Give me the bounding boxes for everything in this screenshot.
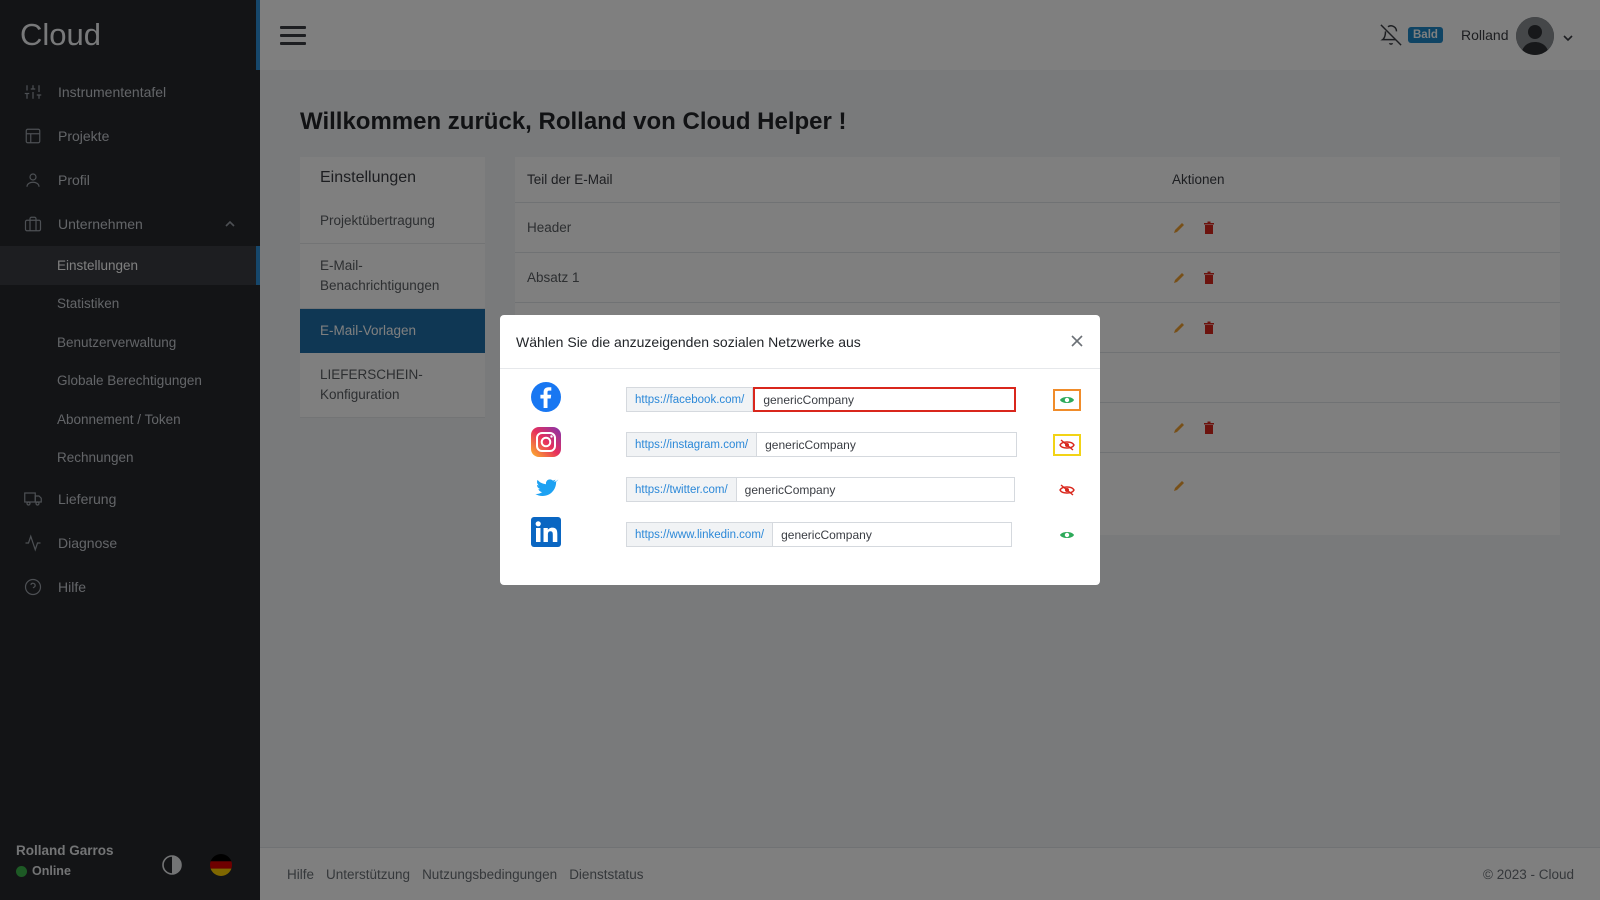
instagram-url-prefix: https://instagram.com/ xyxy=(626,432,758,457)
facebook-url-prefix: https://facebook.com/ xyxy=(626,387,754,412)
close-icon[interactable] xyxy=(1070,334,1084,348)
instagram-username-input[interactable] xyxy=(757,432,1018,457)
twitter-url-prefix: https://twitter.com/ xyxy=(626,477,737,502)
facebook-icon xyxy=(530,381,562,413)
social-row-instagram: https://instagram.com/ xyxy=(500,422,1100,462)
linkedin-visibility-toggle[interactable] xyxy=(1053,524,1081,546)
linkedin-url-prefix: https://www.linkedin.com/ xyxy=(626,522,774,547)
eye-off-icon xyxy=(1059,439,1075,451)
eye-icon xyxy=(1060,532,1074,538)
social-row-twitter: https://twitter.com/ xyxy=(500,467,1100,507)
linkedin-username-input[interactable] xyxy=(773,522,1013,547)
social-row-facebook: https://facebook.com/ xyxy=(500,377,1100,417)
facebook-input-group: https://facebook.com/ xyxy=(626,387,1017,412)
linkedin-input-group: https://www.linkedin.com/ xyxy=(626,522,1013,547)
twitter-input-group: https://twitter.com/ xyxy=(626,477,1015,502)
linkedin-icon xyxy=(530,516,562,548)
twitter-visibility-toggle[interactable] xyxy=(1053,479,1081,501)
instagram-input-group: https://instagram.com/ xyxy=(626,432,1018,457)
twitter-username-input[interactable] xyxy=(736,477,1015,502)
instagram-icon xyxy=(530,426,562,458)
social-networks-modal: Wählen Sie die anzuzeigenden sozialen Ne… xyxy=(500,315,1100,585)
eye-off-icon xyxy=(1059,484,1075,496)
eye-icon xyxy=(1060,397,1074,403)
facebook-username-input[interactable] xyxy=(753,387,1017,412)
instagram-visibility-toggle[interactable] xyxy=(1053,434,1081,456)
twitter-icon xyxy=(530,471,562,503)
social-row-linkedin: https://www.linkedin.com/ xyxy=(500,512,1100,552)
facebook-visibility-toggle[interactable] xyxy=(1053,389,1081,411)
modal-title: Wählen Sie die anzuzeigenden sozialen Ne… xyxy=(500,315,1100,369)
